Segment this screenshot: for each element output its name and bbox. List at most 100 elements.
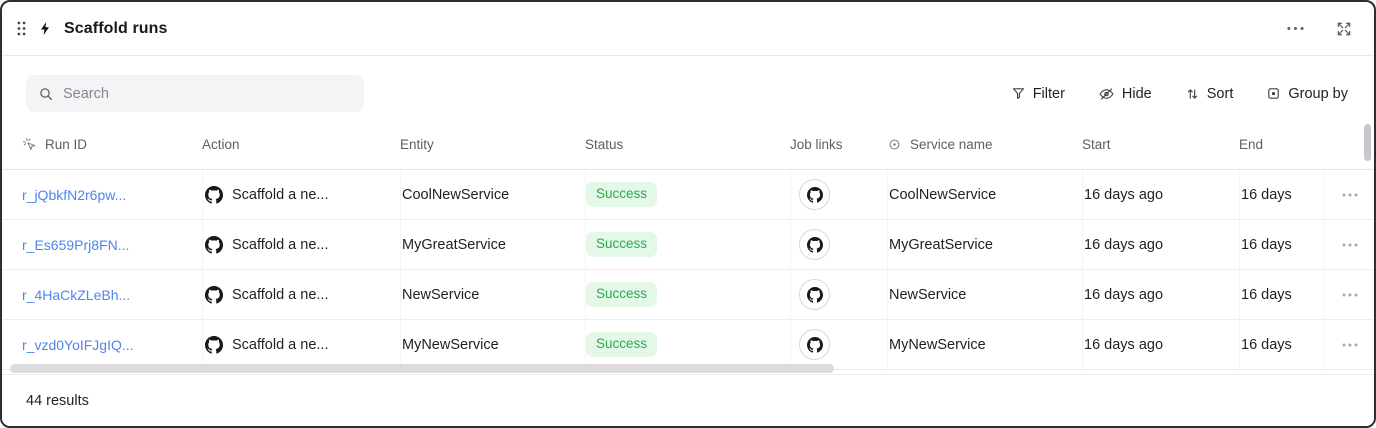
horizontal-scrollbar-thumb[interactable] [10, 364, 834, 373]
service-name-cell: MyNewService [887, 320, 1082, 369]
end-label: 16 days [1241, 237, 1292, 253]
row-actions-cell [1324, 220, 1374, 269]
toolbar-actions: Filter Hide Sort [1011, 86, 1348, 102]
job-links-cell [790, 170, 887, 219]
end-cell: 16 days [1239, 320, 1324, 369]
table-row: r_Es659Prj8FN... Scaffold a ne... MyGrea… [2, 220, 1374, 270]
row-more-button[interactable] [1338, 339, 1362, 351]
row-more-button[interactable] [1338, 289, 1362, 301]
scaffold-runs-widget: Scaffold runs [0, 0, 1376, 428]
row-actions-cell [1324, 320, 1374, 369]
end-label: 16 days [1241, 287, 1292, 303]
sort-button[interactable]: Sort [1185, 86, 1234, 102]
group-by-button[interactable]: Group by [1266, 86, 1348, 102]
start-label: 16 days ago [1084, 337, 1163, 353]
sort-arrows-icon [1185, 86, 1200, 102]
job-link-github-icon[interactable] [799, 279, 830, 310]
start-cell: 16 days ago [1082, 170, 1239, 219]
service-name-cell: CoolNewService [887, 170, 1082, 219]
column-header-run-id[interactable]: Run ID [22, 137, 202, 152]
row-more-button[interactable] [1338, 189, 1362, 201]
entity-label: NewService [402, 287, 479, 303]
row-actions-cell [1324, 270, 1374, 319]
search-input[interactable] [63, 86, 352, 102]
end-label: 16 days [1241, 337, 1292, 353]
end-cell: 16 days [1239, 270, 1324, 319]
hide-button[interactable]: Hide [1098, 86, 1152, 102]
lightning-bolt-icon [38, 20, 53, 37]
column-label: Action [202, 137, 240, 152]
github-icon [205, 236, 223, 254]
column-header-end[interactable]: End [1239, 137, 1324, 152]
vertical-scrollbar-thumb[interactable] [1364, 124, 1371, 161]
group-by-icon [1266, 86, 1281, 101]
sort-label: Sort [1207, 86, 1234, 102]
filter-button[interactable]: Filter [1011, 86, 1065, 102]
entity-cell: MyGreatService [400, 220, 585, 269]
status-badge: Success [586, 182, 657, 207]
service-name-cell: NewService [887, 270, 1082, 319]
entity-cell: MyNewService [400, 320, 585, 369]
status-badge: Success [586, 332, 657, 357]
run-id-cell: r_4HaCkZLeBh... [22, 287, 202, 303]
expand-icon[interactable] [1334, 19, 1354, 39]
column-header-service-name[interactable]: Service name [887, 137, 1082, 152]
run-id-link[interactable]: r_Es659Prj8FN... [22, 237, 129, 253]
service-name-label: MyNewService [889, 337, 986, 353]
job-link-github-icon[interactable] [799, 229, 830, 260]
status-badge: Success [586, 232, 657, 257]
github-icon [205, 336, 223, 354]
github-icon [205, 286, 223, 304]
entity-label: MyGreatService [402, 237, 506, 253]
job-link-github-icon[interactable] [799, 179, 830, 210]
action-label: Scaffold a ne... [232, 287, 328, 303]
table-row: r_jQbkfN2r6pw... Scaffold a ne... CoolNe… [2, 170, 1374, 220]
table-body: r_jQbkfN2r6pw... Scaffold a ne... CoolNe… [2, 170, 1374, 370]
action-cell: Scaffold a ne... [202, 220, 400, 269]
job-links-cell [790, 220, 887, 269]
search-box [26, 75, 364, 112]
run-id-link[interactable]: r_4HaCkZLeBh... [22, 287, 130, 303]
column-label: End [1239, 137, 1263, 152]
job-link-github-icon[interactable] [799, 329, 830, 360]
start-cell: 16 days ago [1082, 220, 1239, 269]
row-more-button[interactable] [1338, 239, 1362, 251]
action-label: Scaffold a ne... [232, 187, 328, 203]
filter-label: Filter [1033, 86, 1065, 102]
column-label: Job links [790, 137, 843, 152]
job-links-cell [790, 270, 887, 319]
table-row: r_4HaCkZLeBh... Scaffold a ne... NewServ… [2, 270, 1374, 320]
column-header-status[interactable]: Status [585, 137, 790, 152]
widget-more-button[interactable] [1285, 24, 1306, 33]
run-id-link[interactable]: r_vzd0YoIFJgIQ... [22, 337, 134, 353]
status-cell: Success [585, 170, 790, 219]
widget-title: Scaffold runs [64, 20, 168, 38]
end-label: 16 days [1241, 187, 1292, 203]
search-icon [38, 86, 54, 102]
drag-handle-icon[interactable] [16, 20, 27, 37]
action-label: Scaffold a ne... [232, 237, 328, 253]
entity-cell: CoolNewService [400, 170, 585, 219]
run-id-link[interactable]: r_jQbkfN2r6pw... [22, 187, 126, 203]
table-header: Run ID Action Entity Status Job links Se… [2, 120, 1374, 170]
widget-header: Scaffold runs [2, 2, 1374, 56]
job-links-cell [790, 320, 887, 369]
run-id-cell: r_jQbkfN2r6pw... [22, 187, 202, 203]
column-header-job-links[interactable]: Job links [790, 137, 887, 152]
column-header-start[interactable]: Start [1082, 137, 1239, 152]
entity-label: MyNewService [402, 337, 499, 353]
action-cell: Scaffold a ne... [202, 270, 400, 319]
column-label: Start [1082, 137, 1111, 152]
status-cell: Success [585, 320, 790, 369]
column-header-entity[interactable]: Entity [400, 137, 585, 152]
status-cell: Success [585, 270, 790, 319]
column-label: Entity [400, 137, 434, 152]
column-header-action[interactable]: Action [202, 137, 400, 152]
toolbar: Filter Hide Sort [2, 56, 1374, 120]
service-name-label: MyGreatService [889, 237, 993, 253]
start-label: 16 days ago [1084, 287, 1163, 303]
column-label: Status [585, 137, 623, 152]
cursor-click-icon [22, 137, 37, 152]
group-by-label: Group by [1288, 86, 1348, 102]
header-actions [1285, 19, 1354, 39]
